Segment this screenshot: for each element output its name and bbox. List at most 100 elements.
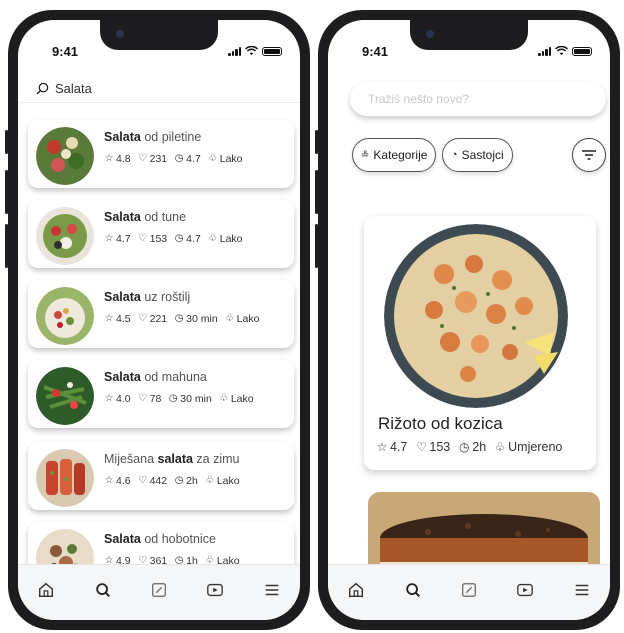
phone-side-button: [315, 224, 318, 268]
notch: [100, 20, 218, 50]
star-icon: ☆: [104, 153, 114, 164]
clock-icon: ◷: [174, 475, 184, 486]
recipe-title: Salata od piletine: [104, 130, 202, 144]
chef-hat-icon: ♧: [494, 440, 506, 454]
tab-home[interactable]: [343, 577, 369, 603]
recipe-title: Miješana salata za zimu: [104, 452, 240, 466]
explore-screen: 9:41 Tražiš nešto novo? ≗ Kategorije ◔ S…: [328, 20, 610, 620]
camera: [116, 30, 124, 38]
edit-icon: [152, 582, 166, 597]
phone-side-button: [315, 130, 318, 154]
home-icon: [39, 582, 54, 597]
tab-videos[interactable]: [202, 577, 228, 603]
recipe-image: [36, 367, 94, 425]
heart-icon: ♡: [138, 313, 148, 324]
wifi-icon: [245, 46, 258, 56]
divider: [18, 102, 300, 103]
tab-menu[interactable]: [259, 577, 285, 603]
featured-recipe-image: [384, 224, 568, 408]
search-input[interactable]: Tražiš nešto novo?: [350, 82, 606, 116]
play-icon: [207, 583, 224, 596]
heart-icon: ♡: [138, 393, 148, 404]
bowl-icon: ≗: [361, 149, 370, 161]
clock-icon: ◷: [174, 313, 184, 324]
ingredients-label: Sastojci: [461, 148, 504, 162]
filter-icon: [582, 150, 596, 160]
ingredients-button[interactable]: ◔ Sastojci: [442, 138, 513, 172]
recipe-card[interactable]: Miješana salata za zimu ☆ 4.6 ♡ 442 ◷ 2h ♧ L…: [28, 442, 294, 510]
battery-icon: [262, 46, 282, 56]
recipe-image: [36, 287, 94, 345]
clock-icon: ◷: [174, 233, 184, 244]
phone-side-button: [5, 170, 8, 214]
phone-side-button: [315, 170, 318, 214]
home-icon: [349, 582, 364, 597]
clock-icon: ◷: [174, 153, 184, 164]
categories-label: Kategorije: [373, 148, 428, 162]
star-icon: ☆: [104, 313, 114, 324]
search-query: Salata: [55, 80, 92, 96]
status-time: 9:41: [52, 44, 79, 59]
recipe-meta: ☆ 4.6 ♡ 442 ◷ 2h ♧ Lako: [104, 475, 240, 487]
heart-icon: ♡: [416, 440, 427, 454]
signal-icon: [228, 46, 241, 56]
featured-recipe-card[interactable]: Rižoto od kozica ☆ 4.7 ♡ 153 ◷ 2h ♧ Umjereno: [364, 216, 596, 470]
right-phone: 9:41 Tražiš nešto novo? ≗ Kategorije ◔ S…: [315, 10, 620, 630]
heart-icon: ♡: [138, 233, 148, 244]
recipe-meta: ☆ 4.0 ♡ 78 ◷ 30 min ♧ Lako: [104, 393, 254, 405]
search-bar[interactable]: Salata: [36, 77, 290, 99]
battery-icon: [572, 46, 592, 56]
recipe-title: Salata od hobotnice: [104, 532, 216, 546]
signal-icon: [538, 46, 551, 56]
phone-side-button: [5, 130, 8, 154]
star-icon: ☆: [104, 475, 114, 486]
tab-search[interactable]: [400, 577, 426, 603]
status-time: 9:41: [362, 44, 389, 59]
star-icon: ☆: [376, 440, 388, 454]
tab-bar: [328, 564, 610, 620]
chef-hat-icon: ♧: [225, 313, 235, 324]
ingredients-icon: ◔: [451, 149, 458, 161]
recipe-card[interactable]: Salata uz roštilj ☆ 4.5 ♡ 221 ◷ 30 min ♧ Lak…: [28, 280, 294, 348]
search-icon: [95, 582, 110, 597]
recipe-image: [36, 207, 94, 265]
wifi-icon: [555, 46, 568, 56]
categories-button[interactable]: ≗ Kategorije: [352, 138, 437, 172]
star-icon: ☆: [104, 393, 114, 404]
recipe-card[interactable]: Salata od tune ☆ 4.7 ♡ 153 ◷ 4.7 ♧ Lako: [28, 200, 294, 268]
recipe-card[interactable]: Salata od mahuna ☆ 4.0 ♡ 78 ◷ 30 min ♧ Lako: [28, 360, 294, 428]
chef-hat-icon: ♧: [205, 475, 215, 486]
recipe-meta: ☆ 4.8 ♡ 231 ◷ 4.7 ♧ Lako: [104, 153, 243, 165]
chef-hat-icon: ♧: [208, 153, 218, 164]
tab-search[interactable]: [90, 577, 116, 603]
edit-icon: [462, 582, 476, 597]
search-icon: [405, 582, 420, 597]
recipe-meta: ☆ 4.7 ♡ 153 ◷ 4.7 ♧ Lako: [104, 233, 243, 245]
chef-hat-icon: ♧: [208, 233, 218, 244]
status-icons: [538, 46, 592, 56]
tab-menu[interactable]: [569, 577, 595, 603]
recipe-image: [36, 127, 94, 185]
tab-videos[interactable]: [512, 577, 538, 603]
menu-icon: [575, 584, 589, 595]
tab-create[interactable]: [456, 577, 482, 603]
star-icon: ☆: [104, 233, 114, 244]
menu-icon: [265, 584, 279, 595]
chef-hat-icon: ♧: [219, 393, 229, 404]
heart-icon: ♡: [138, 475, 148, 486]
recipe-title: Salata od tune: [104, 210, 187, 224]
filter-button[interactable]: [572, 138, 606, 172]
recipe-title: Salata od mahuna: [104, 370, 207, 384]
notch: [410, 20, 528, 50]
recipe-title: Salata uz roštilj: [104, 290, 191, 304]
recipe-card[interactable]: Salata od piletine ☆ 4.8 ♡ 231 ◷ 4.7 ♧ Lako: [28, 120, 294, 188]
camera: [426, 30, 434, 38]
tab-create[interactable]: [146, 577, 172, 603]
recipe-meta: ☆ 4.5 ♡ 221 ◷ 30 min ♧ Lako: [104, 313, 260, 325]
left-phone: 9:41 Salata Salata od piletine ☆ 4.8 ♡ 231…: [5, 10, 310, 630]
tab-home[interactable]: [33, 577, 59, 603]
clock-icon: ◷: [459, 440, 470, 454]
clock-icon: ◷: [168, 393, 178, 404]
play-icon: [517, 583, 534, 596]
featured-recipe-title: Rižoto od kozica: [378, 414, 503, 433]
